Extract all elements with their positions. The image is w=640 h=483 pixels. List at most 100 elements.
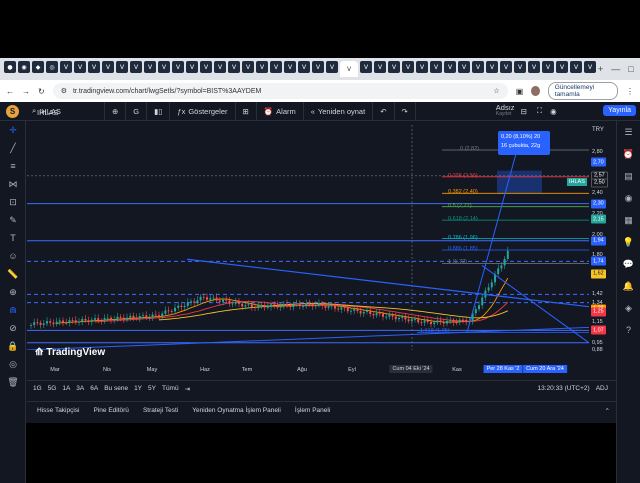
text-tool-icon[interactable]: T [0, 229, 26, 247]
browser-tab[interactable]: V [556, 61, 568, 73]
panel-tab[interactable]: Hisse Takipçisi [37, 407, 80, 414]
browser-tab[interactable]: V [388, 61, 400, 73]
price-chart[interactable] [27, 125, 589, 350]
interval-button[interactable]: G [126, 102, 148, 120]
forward-icon[interactable]: → [22, 87, 30, 96]
back-icon[interactable]: ← [6, 87, 14, 96]
panel-tab[interactable]: Strateji Testi [143, 407, 178, 414]
browser-tab[interactable]: V [60, 61, 72, 73]
browser-tab[interactable]: V [270, 61, 282, 73]
panel-tab[interactable]: Yeniden Oynatma İşlem Paneli [192, 407, 281, 414]
browser-tab[interactable]: V [312, 61, 324, 73]
browser-tab[interactable]: V [514, 61, 526, 73]
extension-icon[interactable]: ▣ [516, 87, 524, 96]
browser-tab[interactable]: V [88, 61, 100, 73]
help-icon[interactable]: ? [617, 319, 640, 341]
browser-tab[interactable]: V [130, 61, 142, 73]
layout-menu-icon[interactable]: ⊟ [521, 107, 527, 116]
range-button[interactable]: 3A [76, 385, 84, 392]
browser-tab[interactable]: V [402, 61, 414, 73]
browser-tab[interactable]: V [298, 61, 310, 73]
zoom-icon[interactable]: ⊕ [0, 283, 26, 301]
alerts-icon[interactable]: ⏰ [617, 143, 640, 165]
minimize-icon[interactable]: — [611, 64, 620, 75]
browser-tab[interactable]: ● [4, 61, 16, 73]
range-button[interactable]: Tümü [162, 385, 179, 392]
browser-tab[interactable]: V [144, 61, 156, 73]
profile-avatar[interactable] [531, 86, 540, 96]
browser-tab[interactable]: V [158, 61, 170, 73]
layout-name[interactable]: Adsız Kaydet [496, 104, 515, 118]
undo-button[interactable]: ↶ [373, 102, 395, 120]
browser-tab[interactable]: V [458, 61, 470, 73]
replay-button[interactable]: « Yeniden oynat [304, 102, 374, 120]
range-button[interactable]: 5G [48, 385, 57, 392]
browser-tab[interactable]: V [228, 61, 240, 73]
panel-tab[interactable]: Pine Editörü [94, 407, 129, 414]
browser-menu-icon[interactable]: ⋮ [626, 87, 634, 96]
ruler-icon[interactable]: 📏 [0, 265, 26, 283]
browser-tab[interactable]: V [500, 61, 512, 73]
browser-tab[interactable]: V [472, 61, 484, 73]
browser-tab[interactable]: V [326, 61, 338, 73]
emoji-icon[interactable]: ☺ [0, 247, 26, 265]
browser-tab[interactable]: V [542, 61, 554, 73]
browser-tab[interactable]: V [256, 61, 268, 73]
browser-tab[interactable]: ◉ [18, 61, 30, 73]
maximize-icon[interactable]: □ [628, 64, 633, 75]
chart-type-button[interactable]: ▮▯ [147, 102, 171, 120]
browser-tab[interactable]: ◎ [46, 61, 58, 73]
browser-tab[interactable]: V [584, 61, 596, 73]
url-box[interactable]: ⚙ tr.tradingview.com/chart/lwgSetls/?sym… [52, 83, 508, 99]
lock-icon[interactable]: 🔒 [0, 337, 26, 355]
browser-tab[interactable]: V [444, 61, 456, 73]
browser-tab[interactable]: V [528, 61, 540, 73]
indicators-button[interactable]: ƒx Göstergeler [170, 102, 236, 120]
trash-icon[interactable]: 🗑 [0, 373, 26, 391]
clock-time[interactable]: 13:20:33 (UTC+2) [538, 385, 590, 392]
browser-tab[interactable]: V [340, 61, 358, 77]
range-button[interactable]: 1G [33, 385, 42, 392]
ideas-icon[interactable]: 💡 [617, 231, 640, 253]
range-button[interactable]: 6A [90, 385, 98, 392]
browser-tab[interactable]: V [360, 61, 372, 73]
browser-tab[interactable]: V [430, 61, 442, 73]
collapse-panel-icon[interactable]: ⌃ [605, 407, 610, 415]
reload-icon[interactable]: ↻ [38, 87, 45, 96]
browser-tab[interactable]: V [214, 61, 226, 73]
data-window-icon[interactable]: ▤ [617, 165, 640, 187]
range-button[interactable]: 1Y [134, 385, 142, 392]
camera-icon[interactable]: ◉ [550, 107, 557, 116]
eye-icon[interactable]: ◎ [0, 355, 26, 373]
chat-icon[interactable]: 💬 [617, 253, 640, 275]
browser-tab[interactable]: V [116, 61, 128, 73]
range-button[interactable]: 5Y [148, 385, 156, 392]
publish-button[interactable]: Yayınla [603, 105, 636, 116]
compare-button[interactable]: ⊕ [105, 102, 127, 120]
range-button[interactable]: Bu sene [104, 385, 128, 392]
browser-tab[interactable]: V [186, 61, 198, 73]
hotlist-icon[interactable]: ◉ [617, 187, 640, 209]
update-button[interactable]: Güncellemeyi tamamla [547, 82, 618, 100]
streams-icon[interactable]: ◈ [617, 297, 640, 319]
browser-tab[interactable]: ◆ [32, 61, 44, 73]
user-avatar[interactable]: S [6, 104, 19, 118]
watchlist-icon[interactable]: ☰ [617, 121, 640, 143]
alarm-button[interactable]: ⏰ Alarm [257, 102, 304, 120]
currency-label[interactable]: TRY [592, 127, 604, 133]
adj-toggle[interactable]: ADJ [596, 385, 608, 392]
crosshair-icon[interactable]: ✛ [0, 121, 26, 139]
browser-tab[interactable]: V [172, 61, 184, 73]
notifications-icon[interactable]: 🔔 [617, 275, 640, 297]
browser-tab[interactable]: V [74, 61, 86, 73]
magnet-icon[interactable]: ⋒ [0, 301, 26, 319]
browser-tab[interactable]: V [200, 61, 212, 73]
browser-tab[interactable]: V [374, 61, 386, 73]
price-scale[interactable]: TRY 2,802,402,202,001,801,421,341,271,15… [589, 125, 616, 375]
new-tab-button[interactable]: + [598, 64, 603, 75]
fib-tool-icon[interactable]: ≡ [0, 157, 26, 175]
browser-tab[interactable]: V [102, 61, 114, 73]
browser-tab[interactable]: V [486, 61, 498, 73]
browser-tab[interactable]: V [570, 61, 582, 73]
browser-tab[interactable]: V [284, 61, 296, 73]
